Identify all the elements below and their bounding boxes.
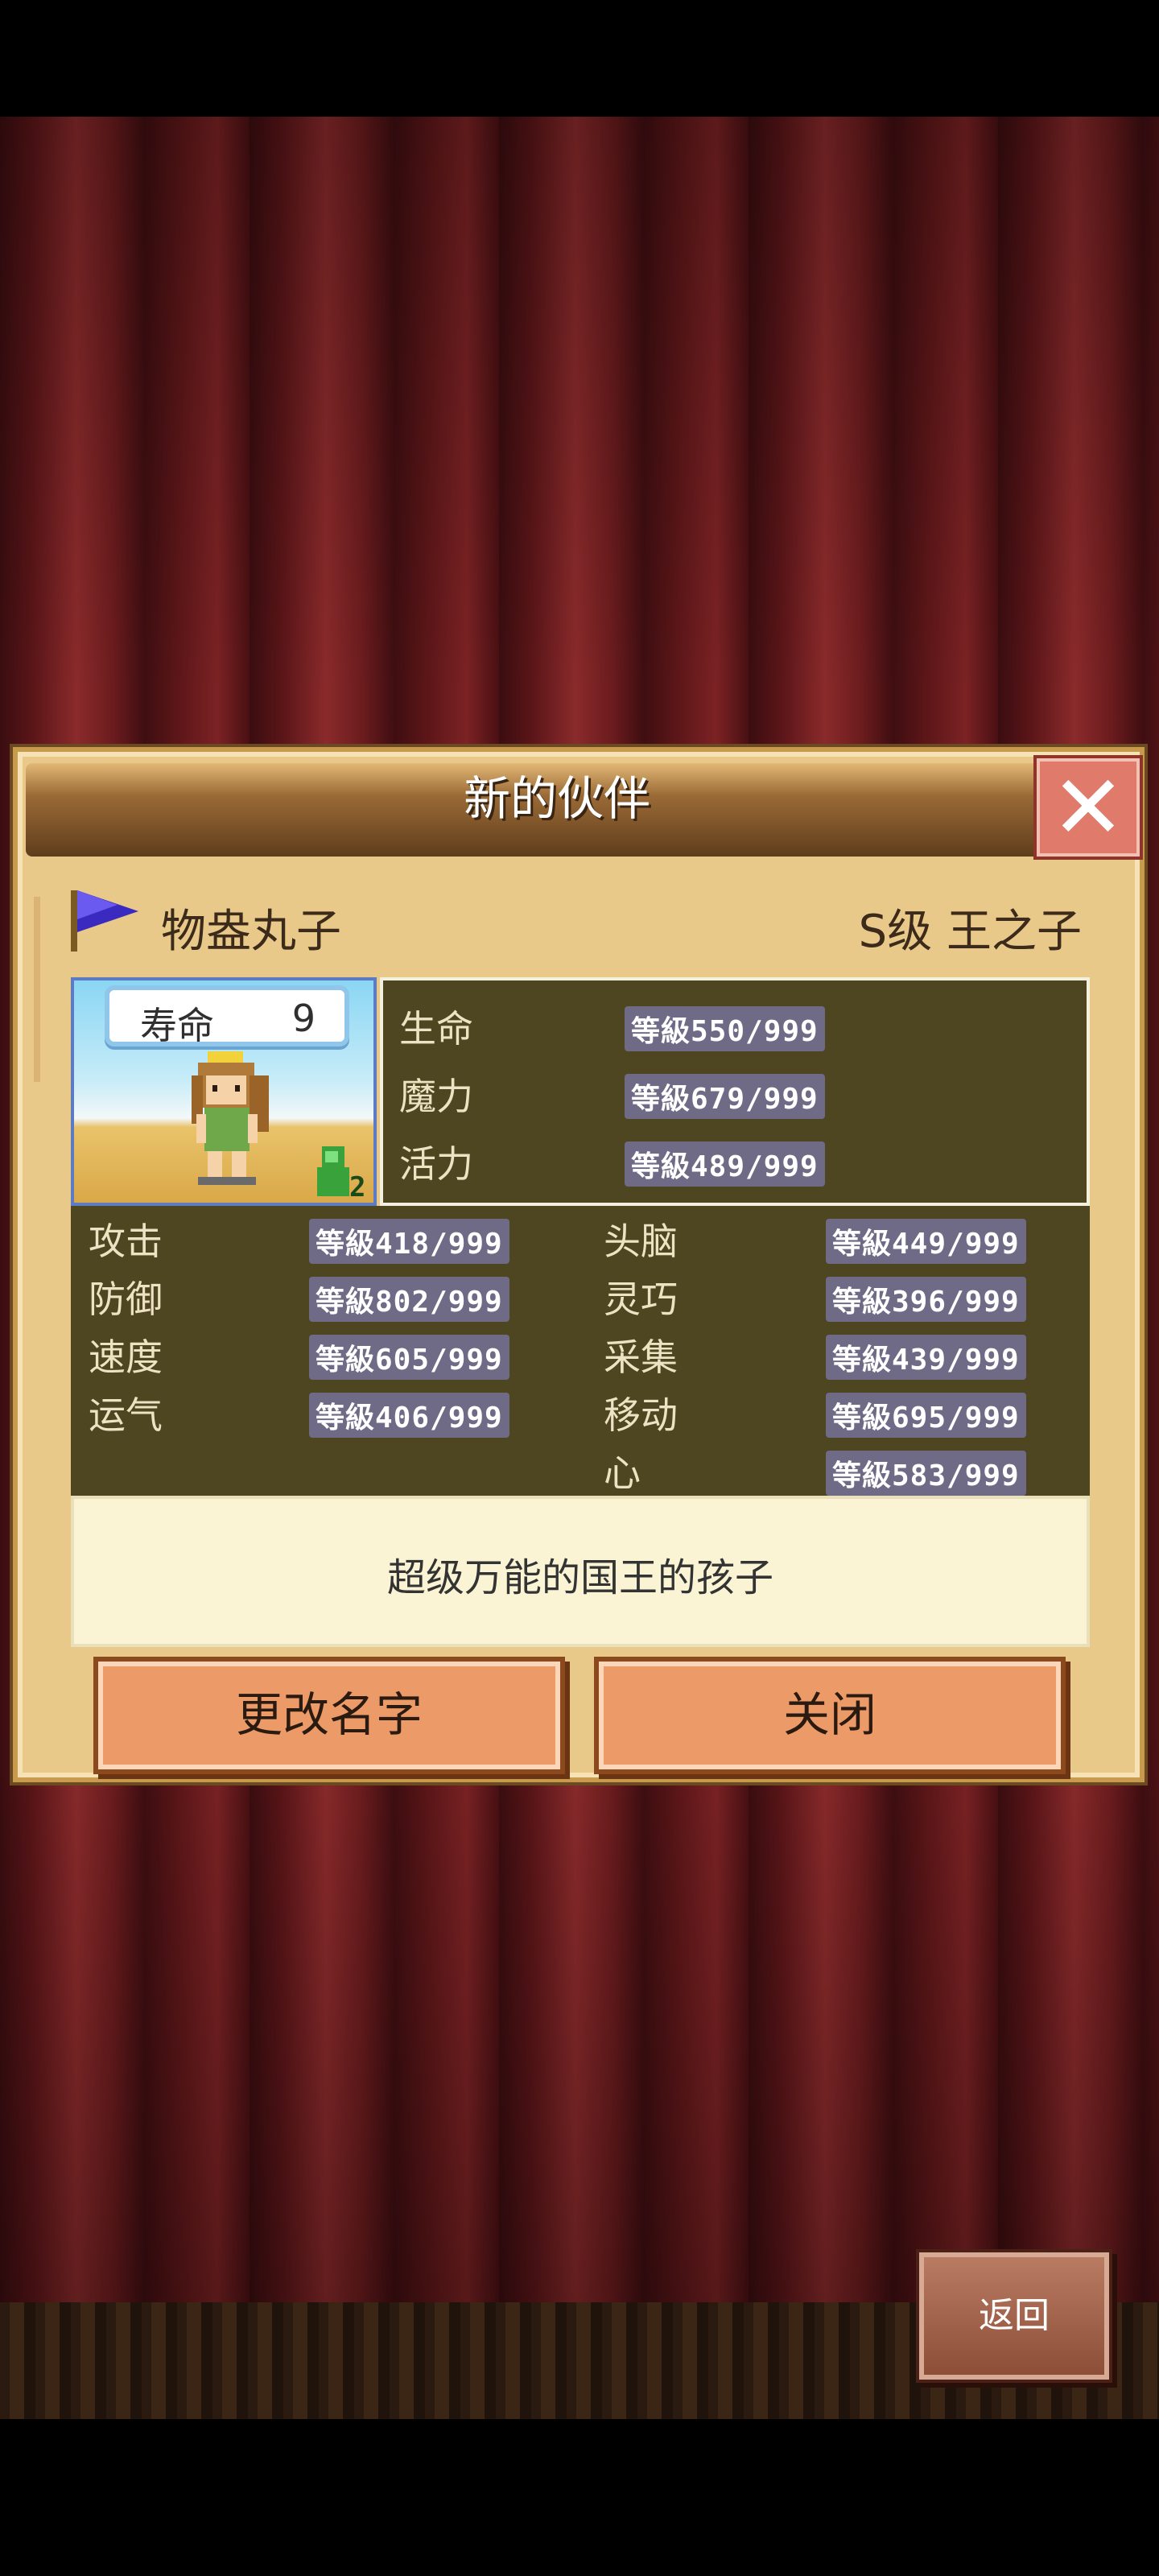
scroll-indicator (34, 897, 40, 1082)
stat-value-luck: 等級406/999 (309, 1393, 509, 1438)
stat-value-intellect: 等級449/999 (826, 1219, 1026, 1264)
stat-value-mp: 等級679/999 (625, 1074, 825, 1119)
rename-button[interactable]: 更改名字 (98, 1662, 560, 1769)
stat-value-gathering: 等級439/999 (826, 1335, 1026, 1380)
new-companion-dialog: 新的伙伴 ✕ 物盎丸子 S级 王之子 寿命 9 2 生命 等級550/999 魔… (13, 747, 1145, 1782)
generation-number: 2 (349, 1171, 365, 1199)
navigation-bar (0, 2419, 1159, 2576)
generation-badge-icon: 2 (317, 1146, 365, 1199)
stat-label-movement: 移动 (604, 1393, 678, 1437)
stat-label-hp: 生命 (399, 1007, 473, 1051)
close-button[interactable]: 关闭 (599, 1662, 1061, 1769)
character-rank: S级 王之子 (858, 906, 1082, 958)
status-bar (0, 0, 1159, 117)
description-box: 超级万能的国王的孩子 (71, 1496, 1090, 1647)
stat-label-vitality: 活力 (399, 1142, 473, 1186)
character-sprite (192, 1051, 269, 1185)
stat-label-defense: 防御 (89, 1278, 163, 1321)
stat-label-speed: 速度 (89, 1335, 163, 1379)
stat-value-movement: 等級695/999 (826, 1393, 1026, 1438)
stat-value-attack: 等級418/999 (309, 1219, 509, 1264)
stat-value-defense: 等級802/999 (309, 1277, 509, 1322)
stat-label-mp: 魔力 (399, 1075, 473, 1118)
stat-label-heart: 心 (604, 1451, 641, 1495)
character-portrait: 寿命 9 2 (71, 977, 377, 1206)
lifespan-pill: 寿命 9 (105, 985, 349, 1047)
stat-label-intellect: 头脑 (604, 1220, 678, 1263)
stat-value-vitality: 等級489/999 (625, 1141, 825, 1187)
flag-icon (71, 890, 138, 952)
lifespan-label: 寿命 (140, 1004, 214, 1047)
lifespan-value: 9 (291, 997, 316, 1040)
character-name: 物盎丸子 (161, 906, 341, 958)
close-icon: ✕ (1050, 756, 1126, 859)
back-button[interactable]: 返回 (919, 2252, 1109, 2380)
character-description: 超级万能的国王的孩子 (386, 1555, 773, 1600)
stat-label-dexterity: 灵巧 (604, 1278, 678, 1321)
stat-label-luck: 运气 (89, 1393, 163, 1437)
dialog-title: 新的伙伴 (463, 771, 650, 826)
stat-value-speed: 等級605/999 (309, 1335, 509, 1380)
primary-stats-panel: 生命 等級550/999 魔力 等級679/999 活力 等級489/999 (380, 977, 1090, 1206)
stat-label-attack: 攻击 (89, 1220, 163, 1263)
stat-value-hp: 等級550/999 (625, 1006, 825, 1051)
secondary-stats-panel: 攻击 等級418/999 防御 等級802/999 速度 等級605/999 运… (71, 1206, 1090, 1496)
stat-value-heart: 等級583/999 (826, 1451, 1026, 1496)
close-x-button[interactable]: ✕ (1037, 758, 1140, 857)
stat-value-dexterity: 等級396/999 (826, 1277, 1026, 1322)
stat-label-gathering: 采集 (604, 1335, 678, 1379)
